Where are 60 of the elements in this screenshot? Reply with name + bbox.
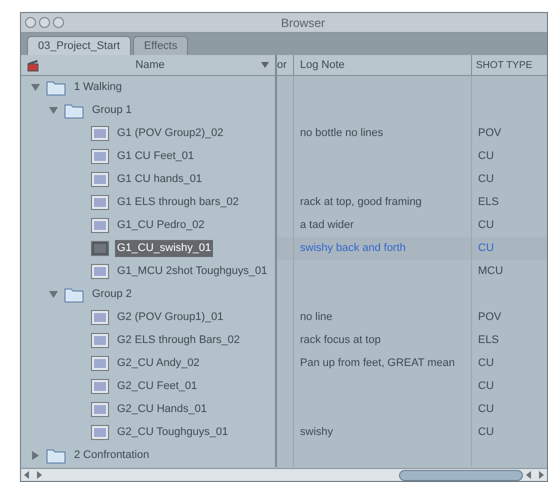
log-note-text: a tad wider — [300, 218, 354, 234]
folder-icon — [64, 286, 84, 302]
shot-type-text: CU — [478, 149, 494, 164]
shot-type-text: CU — [478, 218, 494, 234]
clip-icon — [91, 333, 109, 348]
expanded-triangle-icon[interactable] — [49, 290, 58, 299]
clip-icon — [91, 264, 109, 279]
log-note-text: no line — [300, 310, 332, 326]
folder-icon — [46, 448, 66, 464]
shot-type-text: CU — [478, 172, 494, 188]
sort-triangle-icon[interactable] — [261, 61, 269, 69]
shot-type-text: CU — [478, 356, 494, 372]
bin-name[interactable]: Group 2 — [90, 286, 134, 303]
shot-type-text: ELS — [478, 195, 499, 210]
clip-icon — [91, 241, 109, 256]
log-note-text: Pan up from feet, GREAT mean — [300, 356, 455, 372]
log-note-text: no bottle no lines — [300, 126, 384, 142]
clip-name[interactable]: G1_CU_swishy_01 — [115, 240, 214, 257]
clip-icon — [91, 356, 109, 371]
clip-icon — [91, 402, 109, 417]
folder-icon — [64, 102, 84, 118]
bin-name[interactable]: Group 1 — [90, 102, 134, 119]
bin-name[interactable]: 1 Walking — [72, 79, 124, 96]
clip-icon — [91, 126, 109, 141]
clip-icon — [91, 310, 109, 325]
clapboard-icon — [27, 58, 39, 72]
shot-type-text: POV — [478, 310, 502, 326]
clip-icon — [91, 195, 109, 210]
horizontal-scroll-bar[interactable] — [21, 468, 547, 481]
shot-type-text: POV — [478, 126, 502, 142]
log-note-text: rack at top, good framing — [300, 195, 422, 210]
shot-type-text: MCU — [478, 264, 504, 280]
column-header[interactable]: Name — [39, 56, 261, 74]
folder-icon — [46, 80, 66, 96]
log-note-text: rack focus at top — [300, 333, 381, 348]
log-note-text: swishy back and forth — [300, 241, 406, 256]
window-control-icon[interactable] — [39, 17, 50, 28]
shot-type-text: ELS — [478, 333, 499, 348]
expanded-triangle-icon[interactable] — [49, 106, 58, 115]
clip-icon — [91, 379, 109, 394]
clip-icon — [91, 172, 109, 187]
expanded-triangle-icon[interactable] — [31, 83, 40, 92]
shot-type-text: CU — [478, 379, 494, 394]
tab[interactable]: Effects — [132, 36, 188, 55]
collapsed-triangle-icon[interactable] — [31, 451, 40, 460]
clip-icon — [91, 149, 109, 164]
clip-icon — [91, 218, 109, 233]
log-note-text: swishy — [300, 425, 334, 440]
window-control-icon[interactable] — [53, 17, 64, 28]
tab[interactable]: 03_Project_Start — [27, 36, 131, 55]
column-header[interactable]: or — [277, 56, 287, 74]
clip-icon — [91, 425, 109, 440]
column-header[interactable]: Log Note — [300, 56, 345, 74]
shot-type-text: CU — [478, 402, 494, 418]
shot-type-text: CU — [478, 241, 494, 256]
column-header[interactable]: SHOT TYPE — [476, 58, 532, 72]
scroll-thumb[interactable] — [399, 470, 523, 480]
window-control-icon[interactable] — [25, 17, 36, 28]
shot-type-text: CU — [478, 425, 494, 440]
window-title: Browser — [281, 14, 326, 32]
